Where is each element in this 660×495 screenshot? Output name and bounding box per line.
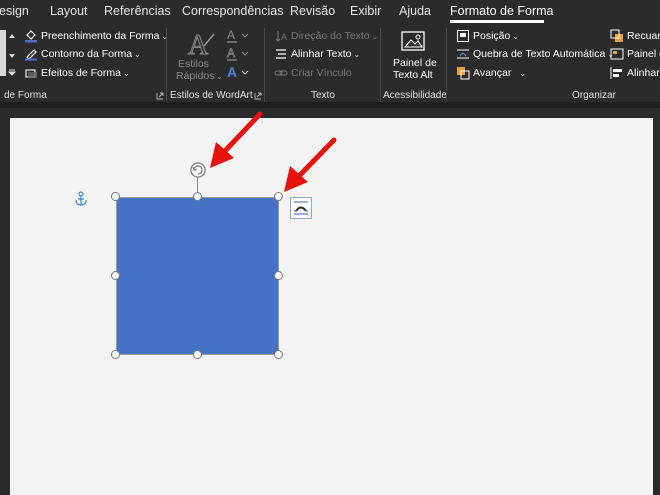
chevron-down-icon: ⌄ (371, 31, 379, 41)
send-backward-button[interactable]: Recuar (610, 28, 660, 44)
tab-layout[interactable]: Layout (50, 4, 88, 18)
text-fill-icon: A (227, 28, 249, 43)
create-link-label: Criar Vínculo (291, 67, 352, 79)
annotation-arrows (210, 111, 337, 192)
text-group-label: Texto (311, 90, 335, 101)
chevron-down-icon: ⌄ (161, 31, 169, 41)
group-separator (446, 28, 447, 104)
tab-view[interactable]: Exibir (350, 4, 381, 18)
alt-text-pane-button[interactable] (400, 30, 426, 54)
shape-fill-label: Preenchimento da Forma (41, 30, 160, 42)
text-direction-label: Direção do Texto (291, 30, 370, 42)
anchor-icon[interactable] (74, 191, 88, 207)
quick-styles-label-1: Estilos (178, 58, 209, 70)
bring-forward-icon (457, 67, 470, 80)
text-fill-button[interactable]: A (226, 28, 252, 44)
accessibility-group-label: Acessibilidade (383, 90, 447, 101)
tab-design[interactable]: esign (0, 4, 29, 18)
text-outline-button[interactable]: A (226, 46, 252, 62)
shape-styles-group-label: de Forma (4, 90, 47, 101)
wrap-text-button[interactable]: Quebra de Texto Automática ⌄ (456, 46, 614, 62)
shape-styles-gallery-edge[interactable] (0, 30, 6, 76)
resize-handle-top-left[interactable] (111, 192, 120, 201)
selection-pane-button[interactable]: Painel de (610, 46, 660, 62)
shape-fill-button[interactable]: Preenchimento da Forma ⌄ (24, 28, 168, 44)
resize-handle-left[interactable] (111, 271, 120, 280)
shape-effects-button[interactable]: Efeitos de Forma ⌄ (24, 65, 130, 81)
align-text-label: Alinhar Texto (291, 48, 352, 60)
tab-references[interactable]: Referências (104, 4, 171, 18)
active-tab-indicator (450, 20, 544, 23)
create-link-button[interactable]: Criar Vínculo (274, 65, 352, 81)
align-button[interactable]: Alinhar (610, 65, 660, 81)
bring-forward-button[interactable]: Avançar ⌄ (456, 65, 526, 81)
layout-options-icon (294, 201, 308, 215)
position-button[interactable]: Posição ⌄ (456, 28, 519, 44)
position-icon (457, 30, 469, 42)
chevron-down-icon: ⌄ (134, 49, 141, 59)
shape-outline-label: Contorno da Forma (41, 48, 133, 60)
group-separator (264, 28, 265, 104)
text-direction-icon: A (275, 31, 287, 42)
resize-handle-bottom-left[interactable] (111, 350, 120, 359)
selection-pane-label: Painel de (627, 48, 660, 60)
tab-shape-format[interactable]: Formato de Forma (450, 4, 554, 18)
svg-text:A: A (188, 30, 209, 60)
group-separator (166, 28, 167, 104)
svg-text:A: A (227, 28, 235, 42)
text-effects-button[interactable]: A (226, 64, 252, 80)
bring-forward-label: Avançar (473, 67, 512, 79)
chevron-down-icon: ⌄ (216, 72, 223, 81)
align-label: Alinhar (627, 67, 660, 79)
tab-help[interactable]: Ajuda (399, 4, 431, 18)
svg-text:A: A (281, 32, 287, 42)
wrap-text-label: Quebra de Texto Automática (473, 48, 606, 60)
svg-text:A: A (227, 64, 237, 80)
chevron-down-icon: ⌄ (512, 31, 520, 41)
chevron-down-icon: ⌄ (353, 49, 361, 59)
align-text-button[interactable]: Alinhar Texto ⌄ (274, 46, 360, 62)
resize-handle-right[interactable] (274, 271, 283, 280)
gallery-scroll-arrows[interactable] (7, 32, 17, 76)
arrange-group-label: Organizar (572, 90, 616, 101)
shape-outline-button[interactable]: Contorno da Forma ⌄ (24, 46, 141, 62)
position-label: Posição (473, 30, 511, 42)
ribbon: Preenchimento da Forma ⌄ Contorno da For… (0, 24, 660, 104)
send-backward-label: Recuar (627, 30, 660, 42)
alt-text-label-2: Texto Alt (393, 69, 433, 81)
dialog-launcher-icon[interactable] (254, 92, 262, 100)
effects-icon (25, 69, 37, 78)
ribbon-tab-bar: esign Layout Referências Correspondência… (0, 0, 660, 24)
svg-text:A: A (227, 46, 235, 60)
alt-text-icon (401, 31, 425, 51)
selection-pane-icon (610, 48, 624, 60)
resize-handle-bottom[interactable] (193, 350, 202, 359)
quick-styles-icon: A (188, 30, 215, 62)
wordart-group-label: Estilos de WordArt (170, 90, 253, 101)
send-backward-icon (610, 29, 623, 42)
align-text-icon (276, 49, 286, 59)
wrap-text-icon (457, 49, 469, 59)
link-icon (274, 70, 288, 76)
quick-styles-button[interactable]: A (184, 28, 218, 62)
tab-mailings[interactable]: Correspondências (182, 4, 283, 18)
dialog-launcher-icon[interactable] (156, 92, 164, 100)
tab-review[interactable]: Revisão (290, 4, 335, 18)
text-outline-icon: A (227, 46, 249, 61)
selected-rectangle-shape[interactable] (116, 197, 279, 355)
paint-bucket-icon (25, 30, 37, 43)
shape-effects-label: Efeitos de Forma (41, 67, 121, 79)
alt-text-label-1: Painel de (393, 57, 437, 69)
text-effects-icon: A (227, 64, 249, 80)
align-icon (610, 67, 622, 79)
quick-styles-label-2: Rápidos (176, 70, 215, 82)
chevron-down-icon: ⌄ (122, 68, 130, 78)
resize-handle-bottom-right[interactable] (274, 350, 283, 359)
layout-options-button[interactable] (290, 197, 312, 219)
pen-outline-icon (25, 49, 37, 61)
text-direction-button[interactable]: A Direção do Texto ⌄ (274, 28, 378, 44)
group-separator (380, 28, 381, 104)
chevron-down-icon: ⌄ (519, 68, 527, 78)
